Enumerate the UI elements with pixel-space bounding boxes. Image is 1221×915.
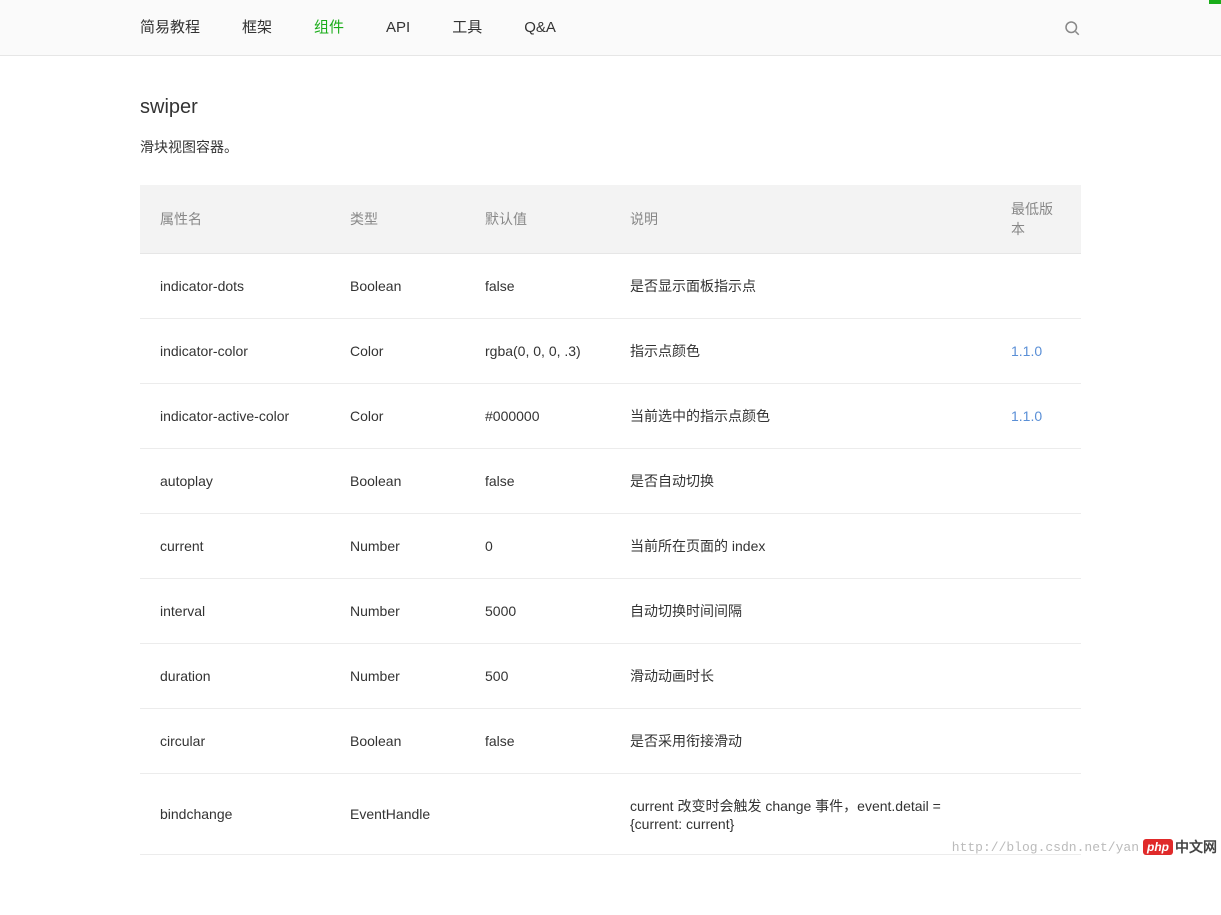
- th-version: 最低版本: [991, 185, 1081, 254]
- cell-version[interactable]: 1.1.0: [991, 384, 1081, 449]
- cell-default: rgba(0, 0, 0, .3): [465, 319, 610, 384]
- version-link[interactable]: 1.1.0: [1011, 408, 1042, 424]
- nav-item-component[interactable]: 组件: [314, 0, 344, 56]
- cell-prop: autoplay: [140, 449, 330, 514]
- cell-desc: 是否采用衔接滑动: [610, 709, 991, 774]
- cell-prop: bindchange: [140, 774, 330, 855]
- cell-default: false: [465, 449, 610, 514]
- table-row: durationNumber500滑动动画时长: [140, 644, 1081, 709]
- cell-prop: duration: [140, 644, 330, 709]
- nav-item-api[interactable]: API: [386, 0, 410, 56]
- cell-type: EventHandle: [330, 774, 465, 855]
- th-type: 类型: [330, 185, 465, 254]
- page-title: swiper: [140, 96, 1081, 119]
- cell-type: Number: [330, 514, 465, 579]
- cell-type: Boolean: [330, 254, 465, 319]
- cell-prop: circular: [140, 709, 330, 774]
- table-row: autoplayBooleanfalse是否自动切换: [140, 449, 1081, 514]
- table-row: bindchangeEventHandle current 改变时会触发 chan…: [140, 774, 1081, 855]
- nav-item-qa[interactable]: Q&A: [524, 0, 556, 56]
- page-description: 滑块视图容器。: [140, 137, 1081, 157]
- watermark-url: http://blog.csdn.net/yan: [952, 840, 1139, 855]
- cell-desc: 指示点颜色: [610, 319, 991, 384]
- cell-default: 5000: [465, 579, 610, 644]
- cell-desc: 当前所在页面的 index: [610, 514, 991, 579]
- cell-version: [991, 254, 1081, 319]
- table-row: intervalNumber5000自动切换时间间隔: [140, 579, 1081, 644]
- watermark: http://blog.csdn.net/yan php 中文网: [952, 837, 1217, 857]
- search-icon[interactable]: [1063, 19, 1081, 37]
- cell-default: false: [465, 709, 610, 774]
- th-desc: 说明: [610, 185, 991, 254]
- cell-default: 0: [465, 514, 610, 579]
- cell-version: [991, 514, 1081, 579]
- cell-type: Color: [330, 384, 465, 449]
- cell-prop: current: [140, 514, 330, 579]
- cell-default: #000000: [465, 384, 610, 449]
- cell-desc: current 改变时会触发 change 事件，event.detail = …: [610, 774, 991, 855]
- cell-desc: 当前选中的指示点颜色: [610, 384, 991, 449]
- cell-prop: indicator-active-color: [140, 384, 330, 449]
- cell-desc: 自动切换时间间隔: [610, 579, 991, 644]
- th-default: 默认值: [465, 185, 610, 254]
- nav-item-framework[interactable]: 框架: [242, 0, 272, 56]
- table-row: indicator-colorColorrgba(0, 0, 0, .3)指示点…: [140, 319, 1081, 384]
- watermark-cn-text: 中文网: [1175, 837, 1217, 857]
- cell-default: false: [465, 254, 610, 319]
- cell-prop: indicator-color: [140, 319, 330, 384]
- table-row: circularBooleanfalse是否采用衔接滑动: [140, 709, 1081, 774]
- cell-version: [991, 644, 1081, 709]
- cell-type: Boolean: [330, 449, 465, 514]
- table-row: indicator-dotsBooleanfalse是否显示面板指示点: [140, 254, 1081, 319]
- cell-type: Number: [330, 579, 465, 644]
- version-link[interactable]: 1.1.0: [1011, 343, 1042, 359]
- content-area: swiper 滑块视图容器。 属性名 类型 默认值 说明 最低版本 indica…: [0, 56, 1221, 915]
- top-accent-bar: [1209, 0, 1221, 4]
- cell-version: [991, 709, 1081, 774]
- cell-default: 500: [465, 644, 610, 709]
- cell-desc: 是否自动切换: [610, 449, 991, 514]
- nav-item-tools[interactable]: 工具: [452, 0, 482, 56]
- cell-version[interactable]: 1.1.0: [991, 319, 1081, 384]
- cell-default: [465, 774, 610, 855]
- nav-item-tutorial[interactable]: 简易教程: [140, 0, 200, 56]
- cell-prop: interval: [140, 579, 330, 644]
- table-row: currentNumber0当前所在页面的 index: [140, 514, 1081, 579]
- th-prop: 属性名: [140, 185, 330, 254]
- top-nav: 简易教程 框架 组件 API 工具 Q&A: [0, 0, 1221, 56]
- cell-desc: 滑动动画时长: [610, 644, 991, 709]
- properties-table: 属性名 类型 默认值 说明 最低版本 indicator-dotsBoolean…: [140, 185, 1081, 855]
- watermark-php-badge: php: [1143, 839, 1173, 855]
- cell-version: [991, 449, 1081, 514]
- cell-prop: indicator-dots: [140, 254, 330, 319]
- cell-type: Color: [330, 319, 465, 384]
- cell-type: Boolean: [330, 709, 465, 774]
- table-header-row: 属性名 类型 默认值 说明 最低版本: [140, 185, 1081, 254]
- cell-type: Number: [330, 644, 465, 709]
- cell-version: [991, 579, 1081, 644]
- cell-desc: 是否显示面板指示点: [610, 254, 991, 319]
- table-row: indicator-active-colorColor#000000当前选中的指…: [140, 384, 1081, 449]
